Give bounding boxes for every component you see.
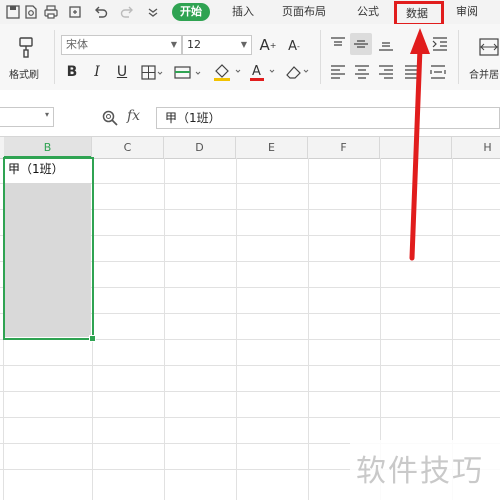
fill-pattern-icon[interactable] (174, 64, 204, 82)
font-size-value: 12 (187, 38, 201, 51)
column-header-d[interactable]: D (164, 137, 236, 158)
align-middle-icon[interactable] (350, 33, 372, 55)
clear-format-icon[interactable] (284, 62, 312, 82)
chevron-down-icon: ▼ (240, 40, 247, 49)
column-header-b[interactable]: B (4, 137, 92, 158)
bold-icon[interactable]: B (64, 63, 80, 81)
column-header-f[interactable]: F (308, 137, 380, 158)
print-setup-icon[interactable] (66, 3, 84, 21)
chevron-down-icon: ▼ (170, 40, 177, 49)
align-bottom-icon[interactable] (376, 34, 396, 54)
ribbon: 格式刷 宋体 ▼ 12 ▼ A + A- B I U A 合并居 (0, 24, 500, 91)
chevron-down-icon: ▾ (44, 110, 49, 119)
name-box[interactable]: ▾ (0, 107, 54, 127)
indent-icon[interactable] (430, 34, 450, 54)
zoom-search-icon[interactable] (100, 108, 120, 128)
increase-font-size-icon[interactable]: A + (258, 34, 278, 56)
tab-home[interactable]: 开始 (172, 3, 210, 21)
redo-icon[interactable] (118, 3, 136, 21)
undo-icon[interactable] (92, 3, 110, 21)
svg-text:A: A (252, 64, 261, 79)
tab-review[interactable]: 审阅 (456, 4, 478, 20)
column-header-g[interactable] (380, 137, 452, 158)
merge-center-icon[interactable] (478, 36, 500, 58)
font-name-select[interactable]: 宋体 ▼ (61, 35, 182, 55)
divider (54, 30, 55, 84)
customize-toolbar-chevron-icon[interactable] (144, 3, 162, 21)
tab-data[interactable]: 数据 (394, 1, 444, 26)
print-preview-icon[interactable] (22, 3, 40, 21)
column-header-row: B C D E F H (0, 137, 500, 159)
align-left-icon[interactable] (328, 62, 348, 82)
italic-icon[interactable]: I (89, 63, 105, 81)
fill-color-icon[interactable] (212, 62, 244, 82)
column-header-c[interactable]: C (92, 137, 164, 158)
tab-insert[interactable]: 插入 (232, 4, 254, 20)
align-top-icon[interactable] (328, 34, 348, 54)
print-icon[interactable] (42, 3, 60, 21)
selection-border (3, 157, 94, 340)
underline-icon[interactable]: U (114, 63, 130, 81)
watermark: 软件技巧 (350, 440, 500, 500)
align-right-icon[interactable] (376, 62, 396, 82)
column-header-h[interactable]: H (452, 137, 500, 158)
fx-icon[interactable]: fx (127, 108, 140, 124)
fill-handle[interactable] (89, 335, 96, 342)
divider (320, 30, 321, 84)
column-header-e[interactable]: E (236, 137, 308, 158)
tab-page-layout[interactable]: 页面布局 (282, 4, 326, 20)
format-painter-icon[interactable] (14, 34, 40, 60)
font-size-select[interactable]: 12 ▼ (182, 35, 252, 55)
gridline (0, 365, 500, 366)
align-center-icon[interactable] (352, 62, 372, 82)
format-painter-label[interactable]: 格式刷 (9, 66, 39, 81)
tab-formulas[interactable]: 公式 (357, 4, 379, 20)
formula-input[interactable]: 甲（1班） (156, 107, 500, 129)
gridline (0, 391, 500, 392)
borders-icon[interactable] (141, 64, 165, 82)
merge-center-label[interactable]: 合并居 (469, 66, 499, 81)
divider (458, 30, 459, 84)
justify-icon[interactable] (402, 62, 422, 82)
decrease-font-size-icon[interactable]: A- (284, 36, 304, 56)
distributed-align-icon[interactable] (428, 62, 448, 82)
tab-data-label: 数据 (406, 7, 428, 20)
font-name-value: 宋体 (66, 38, 88, 51)
menu-bar: 开始 插入 页面布局 公式 数据 审阅 (0, 0, 500, 26)
save-icon[interactable] (4, 3, 22, 21)
gridline (0, 417, 500, 418)
watermark-text: 软件技巧 (356, 454, 484, 489)
font-color-icon[interactable]: A (248, 62, 278, 82)
